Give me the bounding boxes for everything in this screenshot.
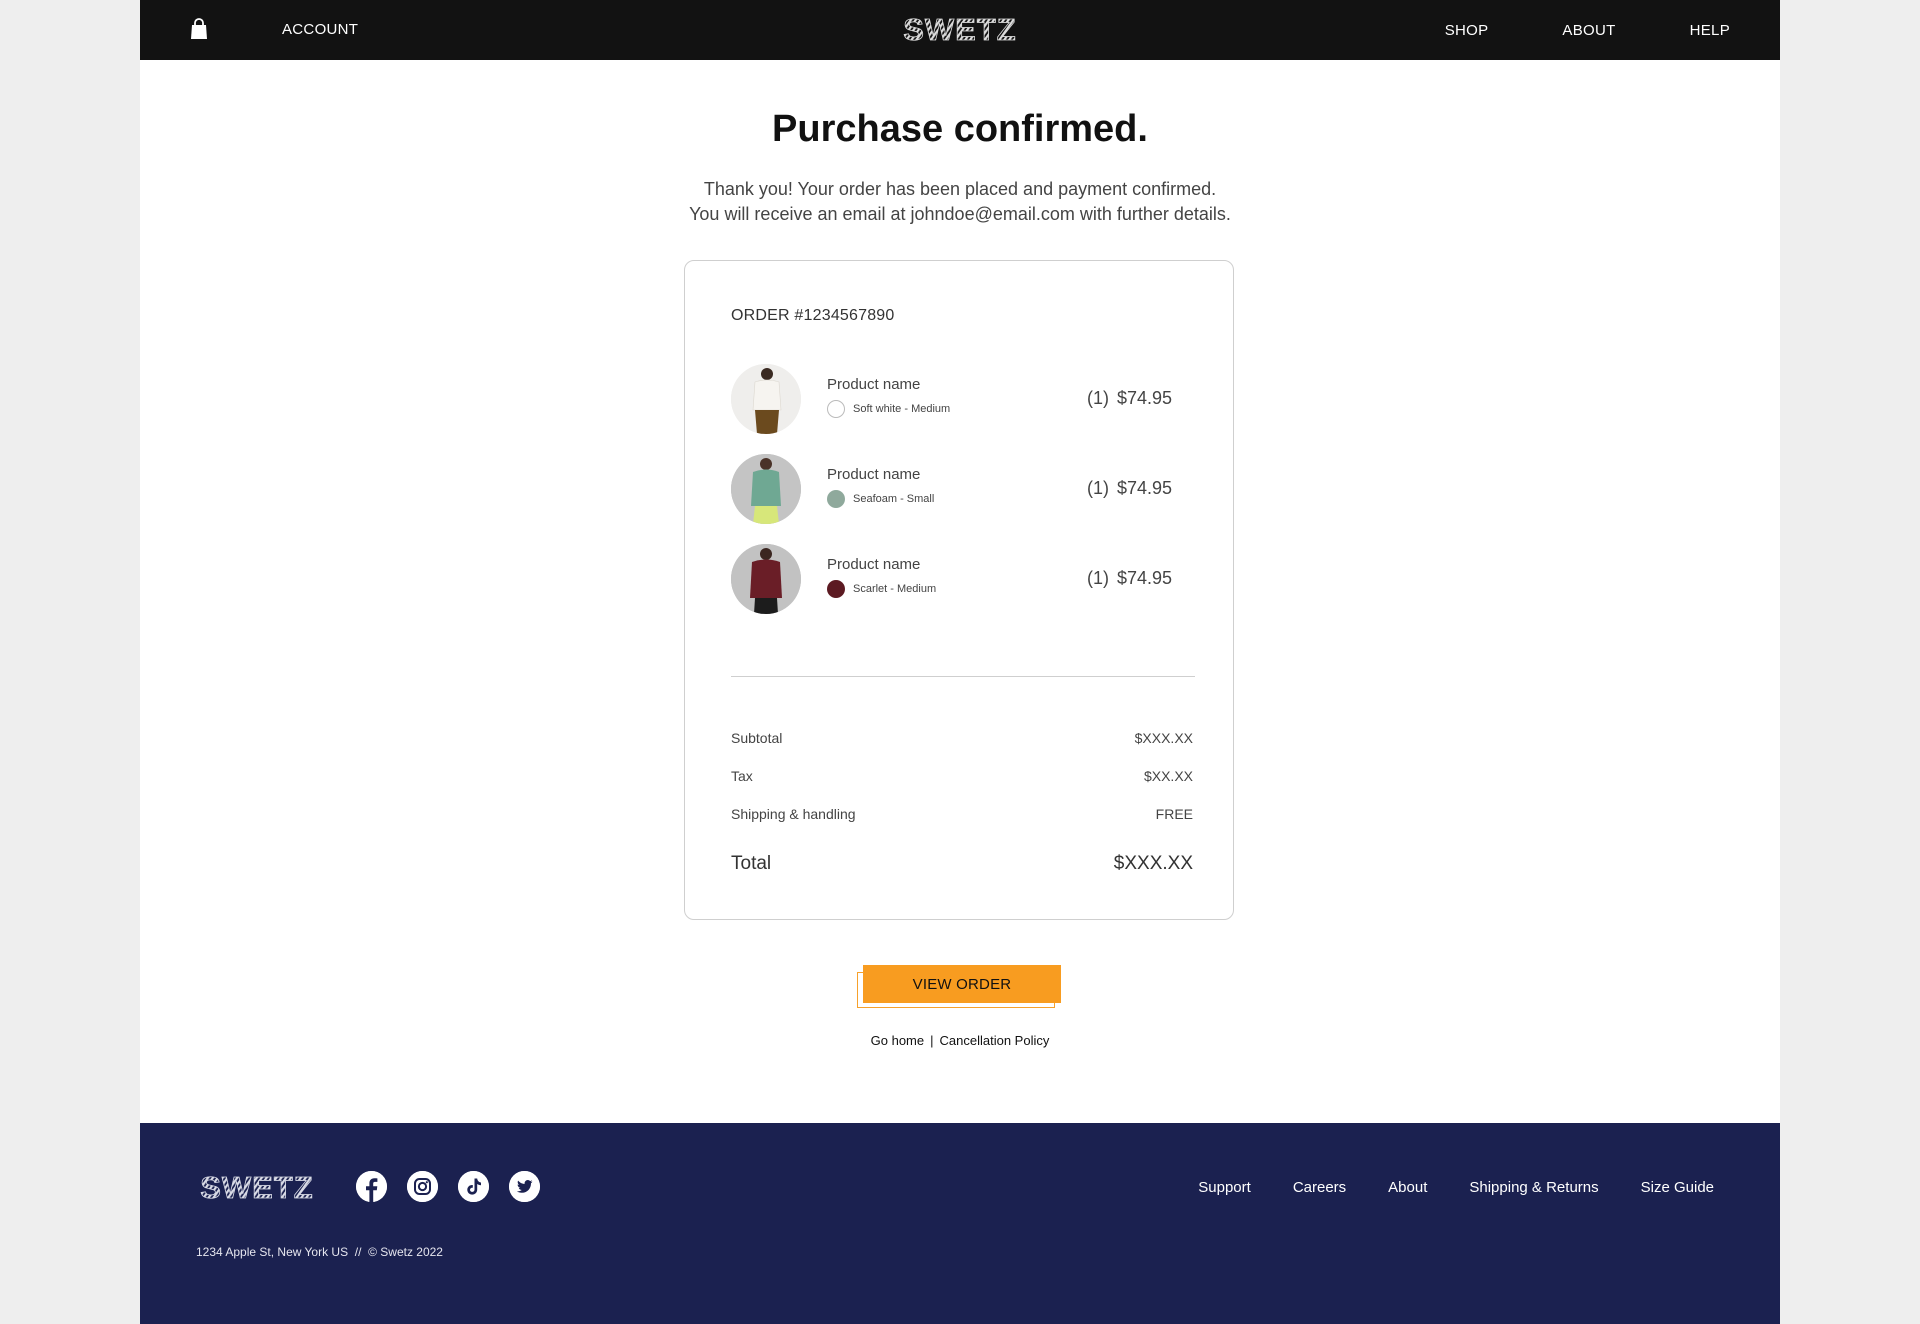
confirmation-message: Thank you! Your order has been placed an… xyxy=(140,177,1780,227)
product-quantity: (1) xyxy=(1087,478,1109,498)
product-variant: Soft white - Medium xyxy=(853,403,951,415)
product-thumbnail[interactable] xyxy=(731,364,801,434)
product-variant: Scarlet - Medium xyxy=(853,583,937,595)
social-links xyxy=(356,1171,540,1202)
footer: SWETZ Support Careers About Shipping & R… xyxy=(140,1123,1780,1324)
product-name: Product name xyxy=(827,556,921,573)
view-order-button[interactable]: VIEW ORDER xyxy=(863,965,1061,1003)
product-name: Product name xyxy=(827,466,921,483)
footer-link-size-guide[interactable]: Size Guide xyxy=(1641,1179,1714,1196)
top-nav-bar: ACCOUNT SWETZ SHOP ABOUT HELP xyxy=(140,0,1780,60)
go-home-link[interactable]: Go home xyxy=(871,1033,924,1048)
product-thumbnail[interactable] xyxy=(731,454,801,524)
product-quantity: (1) xyxy=(1087,388,1109,408)
footer-link-shipping-returns[interactable]: Shipping & Returns xyxy=(1469,1179,1598,1196)
logo[interactable]: SWETZ xyxy=(899,12,1021,48)
nav-help[interactable]: HELP xyxy=(1690,22,1730,39)
footer-link-careers[interactable]: Careers xyxy=(1293,1179,1346,1196)
main-nav: SHOP ABOUT HELP xyxy=(1445,22,1730,39)
secondary-links: Go home | Cancellation Policy xyxy=(140,1033,1780,1048)
subtotal-label: Subtotal xyxy=(731,730,783,746)
twitter-icon[interactable] xyxy=(509,1171,540,1202)
nav-shop[interactable]: SHOP xyxy=(1445,22,1489,39)
footer-link-support[interactable]: Support xyxy=(1198,1179,1251,1196)
subtotal-row: Subtotal $XXX.XX xyxy=(731,730,1193,746)
total-value: $XXX.XX xyxy=(1113,853,1193,874)
footer-link-about[interactable]: About xyxy=(1388,1179,1427,1196)
shipping-value: FREE xyxy=(1155,806,1193,822)
page-title: Purchase confirmed. xyxy=(772,108,1148,150)
instagram-icon[interactable] xyxy=(407,1171,438,1202)
facebook-icon[interactable] xyxy=(356,1171,387,1202)
tiktok-icon[interactable] xyxy=(458,1171,489,1202)
page: ACCOUNT SWETZ SHOP ABOUT HELP Purchase c… xyxy=(140,0,1780,1324)
footer-logo-text: SWETZ xyxy=(200,1172,314,1202)
shopping-bag-icon[interactable] xyxy=(190,18,208,40)
order-item: Product name Scarlet - Medium (1) $74.95 xyxy=(731,544,1191,616)
product-quantity: (1) xyxy=(1087,568,1109,588)
subtotal-value: $XXX.XX xyxy=(1134,730,1193,746)
account-link[interactable]: ACCOUNT xyxy=(282,21,358,38)
footer-logo[interactable]: SWETZ xyxy=(196,1170,318,1206)
tax-row: Tax $XX.XX xyxy=(731,768,1193,784)
nav-about[interactable]: ABOUT xyxy=(1562,22,1615,39)
tax-label: Tax xyxy=(731,768,753,784)
total-row: Total $XXX.XX xyxy=(731,853,1193,875)
color-swatch xyxy=(827,490,845,508)
confirmation-line-2: You will receive an email at johndoe@ema… xyxy=(689,204,1231,224)
product-price: $74.95 xyxy=(1117,388,1173,408)
total-label: Total xyxy=(731,853,772,874)
shipping-label: Shipping & handling xyxy=(731,806,856,822)
shipping-row: Shipping & handling FREE xyxy=(731,806,1193,822)
product-thumbnail[interactable] xyxy=(731,544,801,614)
color-swatch xyxy=(827,400,845,418)
cancellation-policy-link[interactable]: Cancellation Policy xyxy=(940,1033,1050,1048)
product-name: Product name xyxy=(827,376,921,393)
divider xyxy=(731,676,1195,677)
footer-links: Support Careers About Shipping & Returns… xyxy=(1198,1179,1714,1196)
confirmation-line-1: Thank you! Your order has been placed an… xyxy=(703,179,1217,199)
link-separator: | xyxy=(930,1033,934,1048)
order-summary-card: ORDER #1234567890 Product name Soft whit… xyxy=(684,260,1234,920)
color-swatch xyxy=(827,580,845,598)
view-order-button-group: VIEW ORDER xyxy=(857,965,1061,1011)
product-variant: Seafoam - Small xyxy=(853,493,935,505)
product-price: $74.95 xyxy=(1117,478,1173,498)
footer-address: 1234 Apple St, New York US // © Swetz 20… xyxy=(196,1245,443,1259)
order-item: Product name Seafoam - Small (1) $74.95 xyxy=(731,454,1191,526)
order-number: ORDER #1234567890 xyxy=(731,307,895,324)
product-price: $74.95 xyxy=(1117,568,1173,588)
logo-text: SWETZ xyxy=(903,14,1017,44)
order-item: Product name Soft white - Medium (1) $74… xyxy=(731,364,1191,436)
tax-value: $XX.XX xyxy=(1143,768,1193,784)
